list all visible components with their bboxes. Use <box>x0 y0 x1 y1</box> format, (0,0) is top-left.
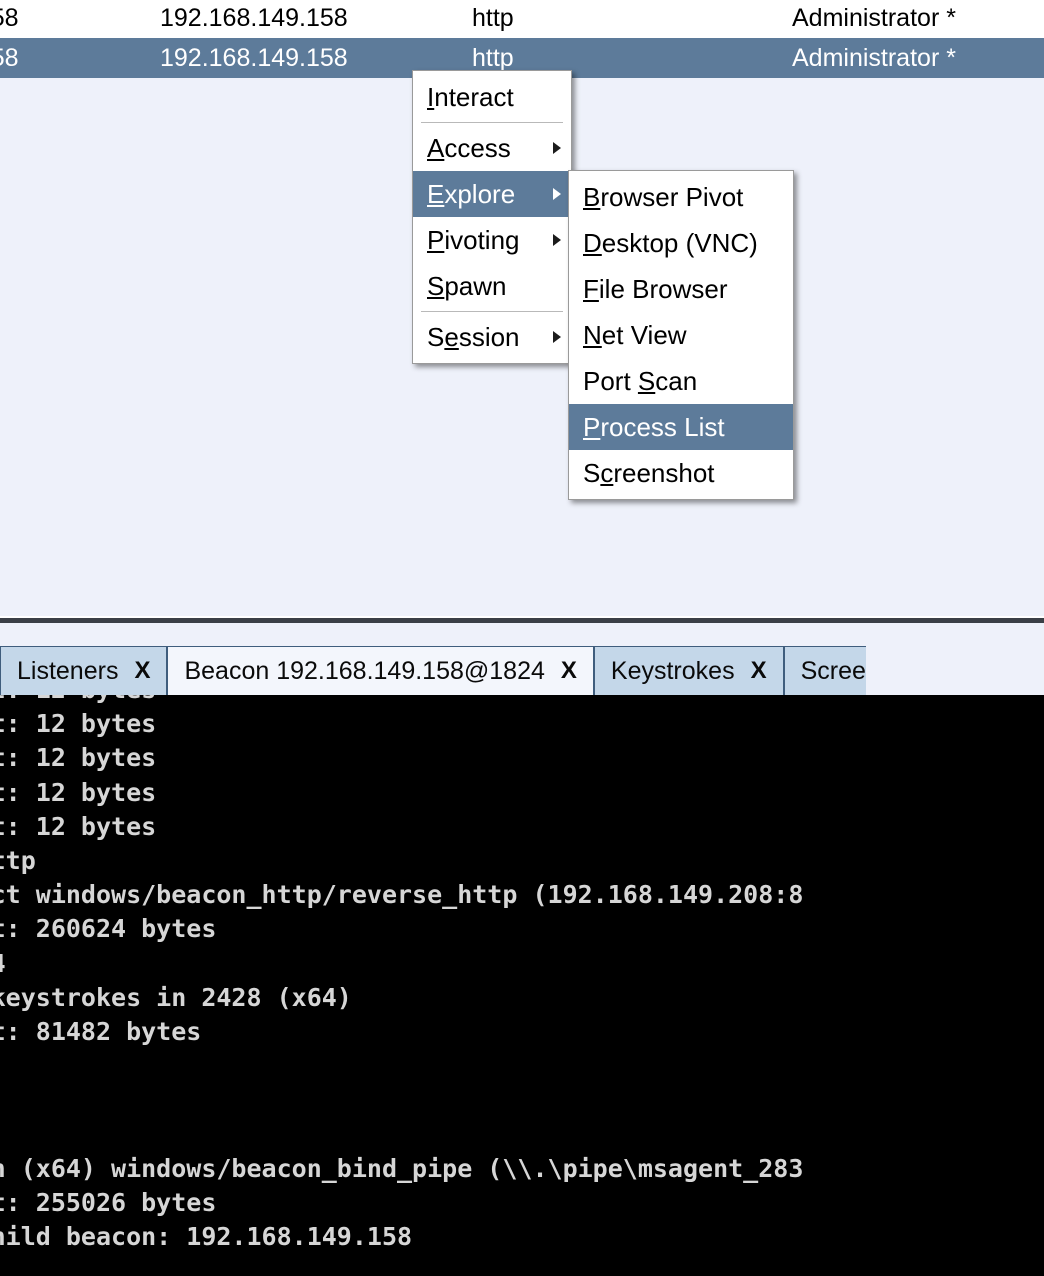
tab-scree[interactable]: Scree <box>783 646 866 695</box>
chevron-right-icon <box>553 234 561 246</box>
submenu-item-file-browser[interactable]: File Browser <box>569 266 793 312</box>
beacon-console[interactable]: ed home, sent: 12 bytes ed home, sent: 12… <box>0 695 1044 1276</box>
console-line: ed home, sent: 12 bytes <box>0 709 157 739</box>
console-line: : 2428 x64 http <box>0 845 36 875</box>
tab-listeners[interactable]: Listeners X <box>0 646 168 695</box>
explore-submenu[interactable]: Browser Pivot Desktop (VNC) File Browser Ne… <box>568 170 794 500</box>
console-line: ed home, sent: 260624 bytes <box>0 914 217 944</box>
close-icon[interactable]: X <box>751 657 767 685</box>
tab-label: Scree <box>800 656 866 685</box>
chevron-right-icon <box>553 331 561 343</box>
menu-item-interact[interactable]: Interact <box>413 74 571 120</box>
cell-user: Administrator * <box>792 3 956 32</box>
console-line: acon to spawn (x64) windows/beacon_bind_… <box>0 1153 804 1183</box>
console-line: ed home, sent: 255026 bytes <box>0 1187 217 1217</box>
submenu-item-net-view[interactable]: Net View <box>569 312 793 358</box>
menu-item-label: Interact <box>427 82 514 112</box>
menu-item-label: Explore <box>427 179 516 209</box>
submenu-item-label: File Browser <box>583 274 728 304</box>
console-line: ed home, sent: 12 bytes <box>0 695 803 707</box>
console-line: ed home, sent: 12 bytes <box>0 777 157 807</box>
submenu-item-label: Process List <box>583 412 725 442</box>
submenu-item-browser-pivot[interactable]: Browser Pivot <box>569 174 793 220</box>
console-line: ed home, sent: 12 bytes <box>0 811 157 841</box>
tabstrip[interactable]: Listeners X Beacon 192.168.149.158@1824 X Ke… <box>0 646 1044 695</box>
tab-beacon-192-168-149-158-1824[interactable]: Beacon 192.168.149.158@1824 X <box>167 646 594 695</box>
menu-item-pivoting[interactable]: Pivoting <box>413 217 571 263</box>
submenu-item-screenshot[interactable]: Screenshot <box>569 450 793 496</box>
submenu-item-label: Desktop (VNC) <box>583 228 758 258</box>
cell-internal-ip: 9.158 <box>0 3 19 32</box>
table-row[interactable]: 9.158 192.168.149.158 http Administrator… <box>0 0 1044 38</box>
cell-external-ip: 192.168.149.158 <box>160 3 348 32</box>
menu-separator <box>421 311 563 312</box>
context-menu[interactable]: Interact Access Explore Pivoting Spawn Sessio… <box>412 70 572 364</box>
chevron-right-icon <box>553 188 561 200</box>
tab-label: Keystrokes <box>610 656 735 685</box>
tab-label: Beacon 192.168.149.158@1824 <box>184 656 545 685</box>
submenu-item-label: Net View <box>583 320 687 350</box>
console-line: keystrokes <box>0 1083 803 1117</box>
cell-listener: http <box>472 43 514 72</box>
submenu-item-label: Screenshot <box>583 458 715 488</box>
submenu-item-label: Port Scan <box>583 366 698 396</box>
submenu-item-process-list[interactable]: Process List <box>569 404 793 450</box>
menu-item-access[interactable]: Access <box>413 125 571 171</box>
menu-item-spawn[interactable]: Spawn <box>413 263 571 309</box>
menu-item-explore[interactable]: Explore <box>413 171 571 217</box>
console-line: ed home, sent: 81482 bytes <box>0 1016 202 1046</box>
console-line: gger 2428 x64 <box>0 947 803 981</box>
console-line: ed home, sent: 12 bytes <box>0 743 157 773</box>
chevron-right-icon <box>553 142 561 154</box>
menu-item-session[interactable]: Session <box>413 314 571 360</box>
close-icon[interactable]: X <box>561 657 577 685</box>
submenu-item-port-scan[interactable]: Port Scan <box>569 358 793 404</box>
console-line: acon to log keystrokes in 2428 (x64) <box>0 982 352 1012</box>
console-line: smb <box>0 1117 803 1151</box>
menu-item-label: Access <box>427 133 511 163</box>
console-line: acon to inject windows/beacon_http/rever… <box>0 880 804 910</box>
console-output: ed home, sent: 12 bytes ed home, sent: 12… <box>0 695 803 1254</box>
tab-label: Listeners <box>17 656 119 685</box>
cell-user: Administrator * <box>792 43 956 72</box>
tab-keystrokes[interactable]: Keystrokes X <box>593 646 784 695</box>
console-line: ed link to child beacon: 192.168.149.158 <box>0 1222 413 1251</box>
menu-item-label: Spawn <box>427 271 507 301</box>
cell-listener: http <box>472 3 514 32</box>
menu-separator <box>421 122 563 123</box>
menu-item-label: Session <box>427 322 520 352</box>
cell-external-ip: 192.168.149.158 <box>160 43 348 72</box>
cell-internal-ip: 9.158 <box>0 43 19 72</box>
console-line: keystrokes <box>0 1049 803 1083</box>
menu-item-label: Pivoting <box>427 225 520 255</box>
submenu-item-label: Browser Pivot <box>583 182 744 212</box>
submenu-item-desktop-vnc-[interactable]: Desktop (VNC) <box>569 220 793 266</box>
panel-divider[interactable] <box>0 618 1044 623</box>
close-icon[interactable]: X <box>134 657 150 685</box>
